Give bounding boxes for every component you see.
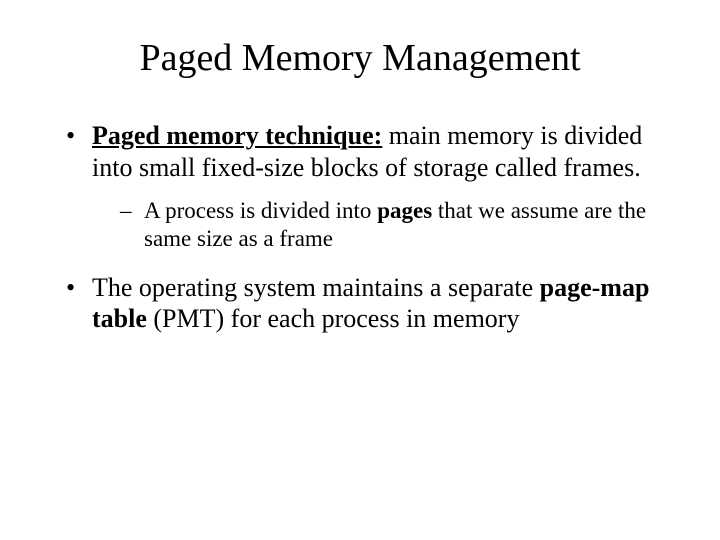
- term-paged-memory-technique: Paged memory technique:: [92, 121, 382, 150]
- bullet-list: Paged memory technique: main memory is d…: [48, 120, 672, 335]
- term-pages: pages: [377, 198, 432, 223]
- bullet-page-map-table: The operating system maintains a separat…: [66, 272, 672, 335]
- sub-bullet-text-pre: A process is divided into: [144, 198, 377, 223]
- sub-bullet-pages: A process is divided into pages that we …: [120, 197, 672, 253]
- bullet-text-post: (PMT) for each process in memory: [147, 304, 520, 333]
- slide-title: Paged Memory Management: [48, 36, 672, 80]
- bullet-paged-memory-technique: Paged memory technique: main memory is d…: [66, 120, 672, 254]
- bullet-text-pre: The operating system maintains a separat…: [92, 273, 540, 302]
- sub-bullet-list: A process is divided into pages that we …: [92, 197, 672, 253]
- slide: Paged Memory Management Paged memory tec…: [0, 0, 720, 540]
